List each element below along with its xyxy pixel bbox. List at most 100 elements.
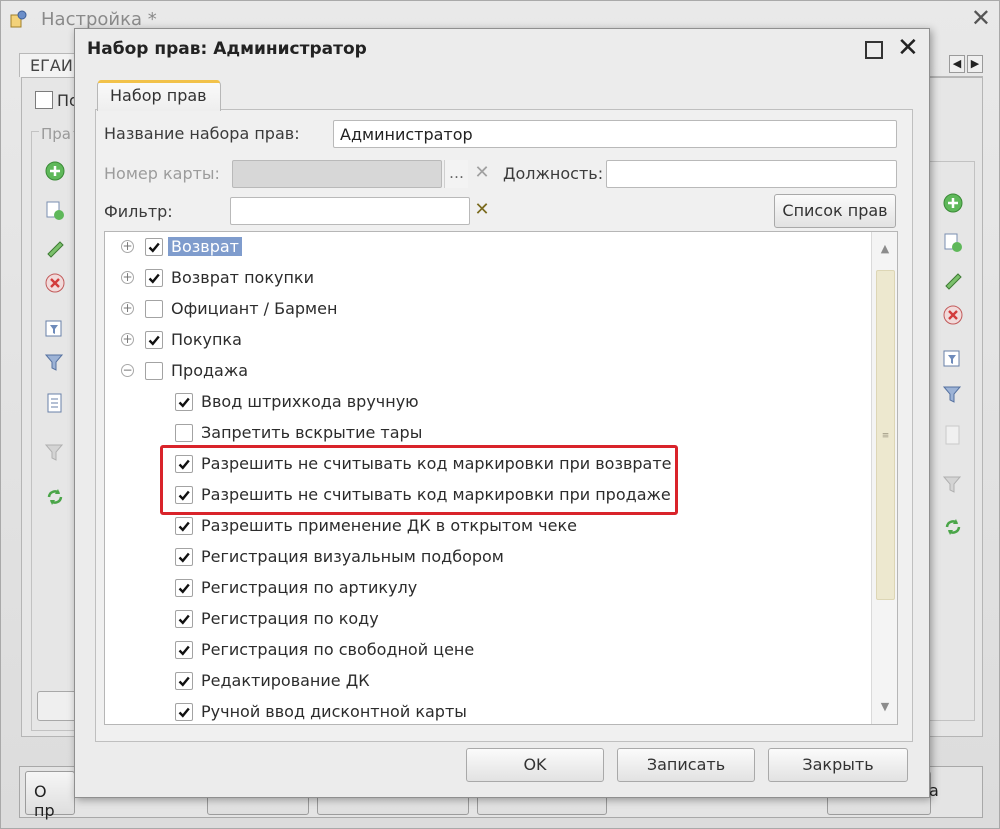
right-checkbox[interactable]: [175, 517, 193, 535]
background-bottom-button-6[interactable]: а: [921, 771, 983, 815]
tree-group-row[interactable]: + Официант / Бармен: [105, 295, 871, 326]
filter-setup-icon[interactable]: [43, 317, 67, 341]
delete-icon-right[interactable]: [941, 303, 965, 327]
right-label: Ручной ввод дисконтной карты: [201, 702, 467, 721]
card-number-clear-icon[interactable]: ✕: [470, 160, 494, 188]
expand-icon[interactable]: +: [121, 240, 134, 253]
copy-icon[interactable]: [43, 199, 67, 223]
delete-icon[interactable]: [43, 271, 67, 295]
maximize-icon[interactable]: [865, 41, 883, 59]
expand-icon[interactable]: +: [121, 302, 134, 315]
settings-app-icon: [10, 10, 27, 28]
cancel-filter-icon[interactable]: [43, 441, 67, 465]
right-checkbox[interactable]: [175, 424, 193, 442]
tree-row[interactable]: Разрешить применение ДК в открытом чеке: [105, 512, 871, 543]
rights-list-button[interactable]: Список прав: [774, 194, 896, 228]
tree-row[interactable]: Ввод штрихкода вручную: [105, 388, 871, 419]
right-label: Покупка: [171, 330, 242, 349]
filter-icon[interactable]: [43, 351, 67, 375]
card-number-field: [232, 160, 442, 188]
tab-scroll-left-icon[interactable]: ◀: [949, 55, 965, 73]
right-label: Ввод штрихкода вручную: [201, 392, 419, 411]
tree-group-row[interactable]: − Продажа: [105, 357, 871, 388]
expand-icon[interactable]: +: [121, 271, 134, 284]
filter-label: Фильтр:: [104, 202, 173, 221]
tab-scroll-right-icon[interactable]: ▶: [967, 55, 983, 73]
right-label: Регистрация визуальным подбором: [201, 547, 504, 566]
card-number-select-button[interactable]: …: [444, 160, 468, 188]
tree-row[interactable]: Редактирование ДК: [105, 667, 871, 698]
filter-clear-icon[interactable]: ✕: [470, 197, 494, 225]
background-group-label: Пра: [39, 125, 73, 143]
copy-icon-right[interactable]: [941, 231, 965, 255]
tree-row[interactable]: Регистрация по артикулу: [105, 574, 871, 605]
edit-icon[interactable]: [43, 235, 67, 259]
background-close-icon[interactable]: ✕: [971, 5, 991, 31]
tab-rights-set-label: Набор прав: [110, 86, 207, 105]
tree-row[interactable]: Ручной ввод дисконтной карты: [105, 698, 871, 724]
scroll-down-icon[interactable]: ▼: [874, 696, 896, 718]
right-label: Разрешить применение ДК в открытом чеке: [201, 516, 577, 535]
right-checkbox[interactable]: [175, 610, 193, 628]
active-tab-accent: [98, 80, 220, 83]
dialog-title: Набор прав: Администратор: [87, 39, 367, 59]
position-field[interactable]: [606, 160, 897, 188]
filter-field[interactable]: [230, 197, 470, 225]
filter-list-icon-right[interactable]: [941, 423, 965, 447]
right-checkbox[interactable]: [175, 393, 193, 411]
right-checkbox[interactable]: [175, 641, 193, 659]
right-label: Возврат: [168, 237, 242, 256]
right-label: Официант / Бармен: [171, 299, 338, 318]
tree-group-row[interactable]: + Покупка: [105, 326, 871, 357]
rights-set-name-label: Название набора прав:: [104, 124, 300, 143]
right-checkbox[interactable]: [175, 672, 193, 690]
refresh-icon-right[interactable]: [941, 515, 965, 539]
position-label: Должность:: [503, 164, 604, 183]
collapse-icon[interactable]: −: [121, 364, 134, 377]
ok-button[interactable]: OK: [466, 748, 604, 782]
scroll-thumb[interactable]: ≡: [876, 270, 895, 600]
right-label: Регистрация по коду: [201, 609, 379, 628]
add-icon[interactable]: [43, 159, 67, 183]
filter-list-icon[interactable]: [43, 391, 67, 415]
right-label: Редактирование ДК: [201, 671, 370, 690]
filter-icon-right[interactable]: [941, 383, 965, 407]
filter-setup-icon-right[interactable]: [941, 347, 965, 371]
add-icon-right[interactable]: [941, 191, 965, 215]
save-button[interactable]: Записать: [617, 748, 755, 782]
marking-code-highlight-box: [160, 445, 678, 515]
right-checkbox[interactable]: [145, 362, 163, 380]
right-checkbox[interactable]: [145, 269, 163, 287]
close-button[interactable]: Закрыть: [768, 748, 908, 782]
right-checkbox[interactable]: [175, 548, 193, 566]
right-checkbox[interactable]: [145, 331, 163, 349]
expand-icon[interactable]: +: [121, 333, 134, 346]
rights-set-name-field[interactable]: Администратор: [333, 120, 897, 148]
dialog-titlebar: Набор прав: Администратор ✕: [75, 29, 929, 73]
card-number-label: Номер карты:: [104, 164, 220, 183]
refresh-icon[interactable]: [43, 485, 67, 509]
tree-scrollbar[interactable]: ▲ ≡ ▼: [871, 232, 897, 724]
right-label: Запретить вскрытие тары: [201, 423, 423, 442]
tree-row[interactable]: Регистрация визуальным подбором: [105, 543, 871, 574]
tree-group-row[interactable]: + Возврат покупки: [105, 264, 871, 295]
right-label: Возврат покупки: [171, 268, 314, 287]
right-checkbox[interactable]: [145, 300, 163, 318]
right-label: Регистрация по артикулу: [201, 578, 418, 597]
right-checkbox[interactable]: [175, 579, 193, 597]
background-bottom-button-1[interactable]: О пр: [25, 771, 75, 820]
right-checkbox[interactable]: [145, 238, 163, 256]
cancel-filter-icon-right[interactable]: [941, 473, 965, 497]
right-label: Продажа: [171, 361, 249, 380]
scroll-grip-icon: ≡: [881, 431, 890, 441]
tree-group-row[interactable]: + Возврат: [105, 233, 871, 264]
tree-row[interactable]: Регистрация по коду: [105, 605, 871, 636]
tree-row[interactable]: Регистрация по свободной цене: [105, 636, 871, 667]
scroll-up-icon[interactable]: ▲: [874, 238, 896, 260]
right-checkbox[interactable]: [175, 703, 193, 721]
close-icon[interactable]: ✕: [897, 33, 919, 63]
edit-icon-right[interactable]: [941, 267, 965, 291]
tab-rights-set[interactable]: Набор прав: [97, 80, 221, 111]
tab-scroll-arrows: ◀ ▶: [949, 55, 983, 73]
background-checkbox[interactable]: [35, 91, 53, 109]
